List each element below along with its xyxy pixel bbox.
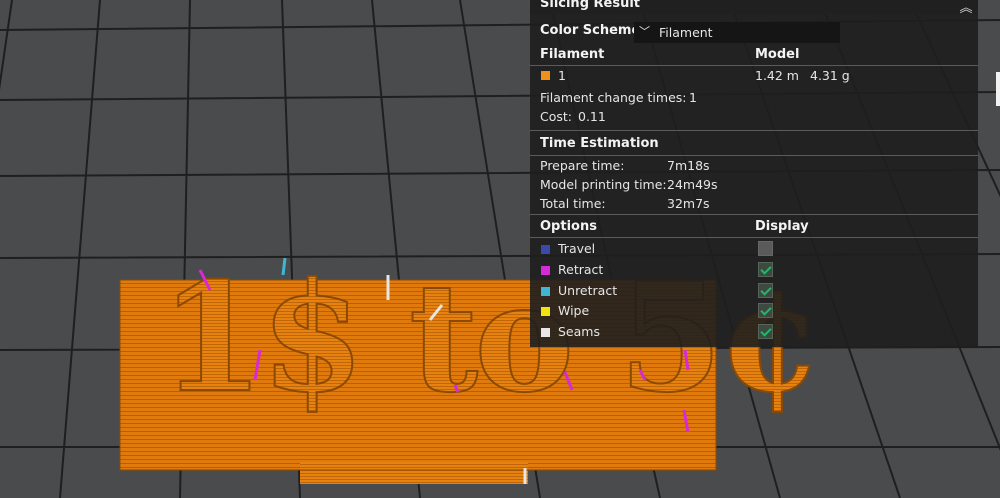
collapse-icon[interactable]: ︽ [958, 0, 974, 16]
travel-display-checkbox[interactable] [758, 241, 773, 256]
options-header: Options [540, 219, 597, 234]
color-scheme-label: Color Scheme [540, 23, 641, 38]
option-label: Unretract [558, 283, 618, 298]
total-time-label: Total time: [540, 196, 606, 211]
divider [530, 155, 978, 156]
model-printing-time-label: Model printing time: [540, 177, 667, 192]
option-label: Retract [558, 262, 604, 277]
right-side-tab[interactable] [996, 72, 1000, 106]
divider [530, 237, 978, 238]
display-header: Display [755, 219, 809, 234]
panel-title: Slicing Result [540, 0, 641, 11]
seams-display-checkbox[interactable] [758, 324, 773, 339]
change-times-label: Filament change times: [540, 90, 687, 105]
panel-header: Slicing Result ︽ [530, 0, 978, 16]
wipe-color-swatch [541, 307, 550, 316]
filament-length: 1.42 m [755, 68, 799, 83]
option-label: Wipe [558, 303, 590, 318]
color-scheme-value: Filament [659, 25, 713, 40]
filament-id: 1 [558, 68, 566, 83]
filament-header: Filament [540, 47, 605, 62]
model-printing-time-value: 24m49s [667, 177, 718, 192]
filament-weight: 4.31 g [810, 68, 850, 83]
retract-display-checkbox[interactable] [758, 262, 773, 277]
travel-color-swatch [541, 245, 550, 254]
slicing-result-panel: Slicing Result ︽ Color Scheme ﹀ Filament… [530, 0, 978, 347]
unretract-display-checkbox[interactable] [758, 283, 773, 298]
divider [530, 65, 978, 66]
change-times-value: 1 [689, 90, 697, 105]
unretract-color-swatch [541, 287, 550, 296]
chevron-down-icon: ﹀ [639, 25, 650, 38]
model-header: Model [755, 47, 800, 62]
filament-color-swatch [541, 71, 550, 80]
cost-label: Cost: [540, 109, 573, 124]
prepare-time-value: 7m18s [667, 158, 710, 173]
prepare-time-label: Prepare time: [540, 158, 625, 173]
total-time-value: 32m7s [667, 196, 710, 211]
color-scheme-select[interactable]: ﹀ Filament [634, 22, 840, 43]
divider [530, 214, 978, 215]
cost-value: 0.11 [578, 109, 606, 124]
wipe-display-checkbox[interactable] [758, 303, 773, 318]
divider [530, 130, 978, 131]
seams-color-swatch [541, 328, 550, 337]
retract-color-swatch [541, 266, 550, 275]
time-estimation-header: Time Estimation [540, 136, 659, 151]
option-label: Travel [558, 241, 596, 256]
option-label: Seams [558, 324, 600, 339]
